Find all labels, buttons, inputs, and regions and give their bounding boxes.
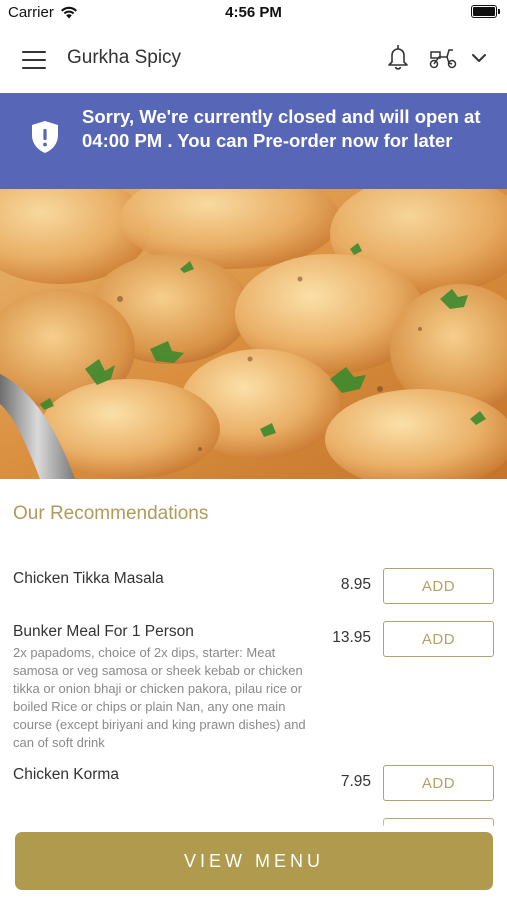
add-button[interactable]: ADD <box>383 765 494 801</box>
shield-alert-icon <box>32 121 58 153</box>
restaurant-title: Gurkha Spicy <box>67 47 182 68</box>
item-name: Chicken Korma <box>13 766 119 783</box>
add-button[interactable]: ADD <box>383 568 494 604</box>
battery-icon <box>471 5 500 18</box>
add-button[interactable]: ADD <box>383 621 494 657</box>
status-time: 4:56 PM <box>225 4 282 21</box>
app-header: Gurkha Spicy <box>0 26 507 92</box>
add-button-partial[interactable] <box>383 818 494 826</box>
hero-food-image <box>0 189 507 479</box>
item-price: 7.95 <box>340 773 371 790</box>
item-price: 13.95 <box>332 629 371 646</box>
chevron-down-icon[interactable] <box>470 50 488 66</box>
closed-notice-text: Sorry, We're currently closed and will o… <box>82 106 481 151</box>
scooter-icon[interactable] <box>428 46 458 70</box>
bell-icon[interactable] <box>386 44 410 72</box>
status-bar: Carrier 4:56 PM <box>0 0 507 26</box>
item-description: 2x papadoms, choice of 2x dips, starter:… <box>13 645 306 750</box>
hamburger-menu-icon[interactable] <box>22 51 46 69</box>
item-name: Bunker Meal For 1 Person <box>13 623 194 640</box>
closed-notice-banner: Sorry, We're currently closed and will o… <box>0 93 507 189</box>
recommendations-heading: Our Recommendations <box>13 503 209 524</box>
item-name: Chicken Tikka Masala <box>13 570 164 587</box>
view-menu-button[interactable]: VIEW MENU <box>15 832 493 890</box>
item-price: 8.95 <box>340 576 371 593</box>
